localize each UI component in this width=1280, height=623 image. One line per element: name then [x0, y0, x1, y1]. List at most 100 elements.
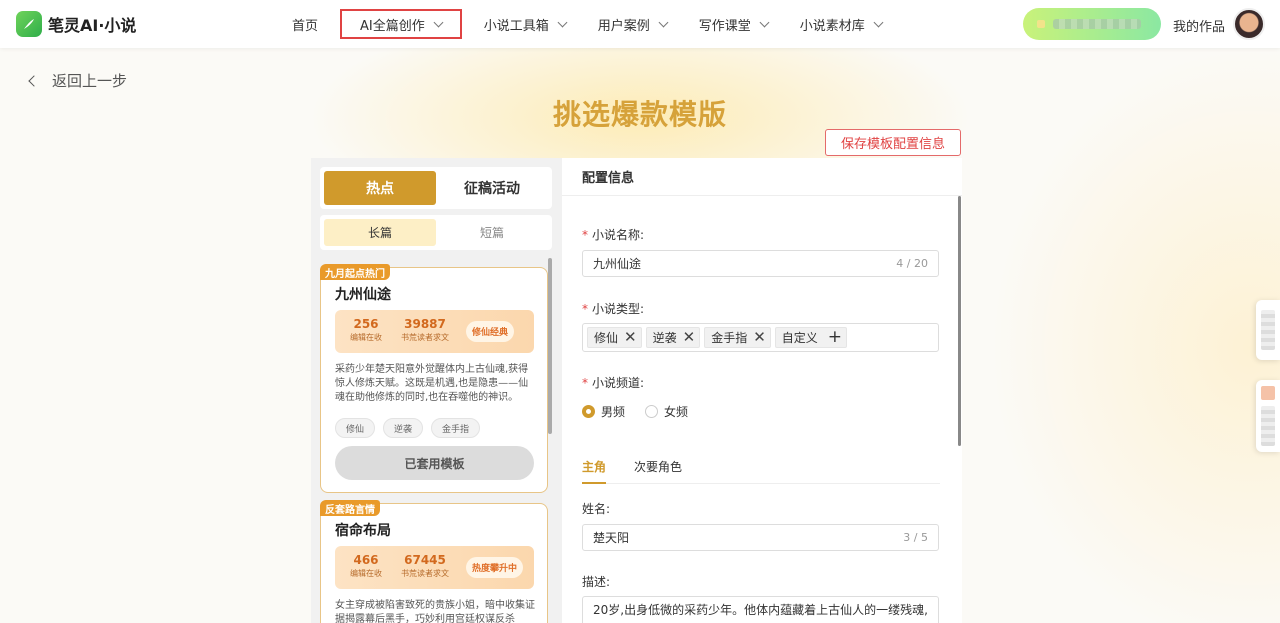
stats-box: 256 编辑在收 39887 书荒读者求文 修仙经典 — [335, 310, 534, 353]
config-heading: 配置信息 — [562, 158, 962, 196]
status-badge: 修仙经典 — [466, 321, 515, 342]
logo-icon — [16, 11, 42, 37]
role-desc-textarea[interactable]: 20岁,出身低微的采药少年。他体内蕴藏着上古仙人的一缕残魂, — [582, 596, 939, 623]
floating-widget[interactable] — [1256, 380, 1280, 452]
chevron-down-icon — [759, 17, 770, 27]
input-value: 楚天阳 — [593, 531, 630, 545]
my-works-link[interactable]: 我的作品 — [1173, 16, 1225, 35]
page-title: 挑选爆款模版 — [552, 98, 727, 131]
tab-long[interactable]: 长篇 — [324, 219, 436, 246]
stat-label: 编辑在收 — [350, 333, 382, 342]
card-tag: 反套路言情 — [320, 500, 380, 516]
close-icon[interactable]: ✕ — [624, 330, 637, 345]
tab-short[interactable]: 短篇 — [436, 219, 548, 246]
chevron-down-icon — [557, 17, 568, 27]
category-tabs: 热点 征稿活动 — [320, 167, 552, 209]
plus-icon[interactable]: + — [828, 329, 842, 346]
radio-checked-icon — [582, 405, 595, 418]
back-button[interactable]: 返回上一步 — [28, 70, 128, 91]
label-text: 小说类型: — [592, 302, 645, 316]
stat-number: 256 — [353, 317, 379, 331]
status-badge: 热度攀升中 — [466, 557, 524, 578]
input-value: 九州仙途 — [593, 257, 642, 271]
tab-submission-events[interactable]: 征稿活动 — [436, 171, 548, 205]
template-card[interactable]: 九月起点热门 九州仙途 256 编辑在收 39887 书荒读者求文 修仙经典 采… — [320, 264, 548, 493]
tab-secondary-roles[interactable]: 次要角色 — [634, 458, 682, 484]
stat-readers: 67445 书荒读者求文 — [401, 553, 449, 579]
required-marker: * — [582, 376, 588, 390]
config-scrollbar[interactable] — [958, 196, 961, 446]
account-info-blurred — [1053, 19, 1141, 29]
nav-label: 首页 — [292, 18, 319, 34]
novel-type-tags[interactable]: 修仙 ✕ 逆袭 ✕ 金手指 ✕ 自定义 + — [582, 323, 939, 352]
account-pill-dot — [1037, 20, 1045, 28]
nav-label: 小说工具箱 — [483, 18, 549, 34]
card-title: 九州仙途 — [335, 287, 391, 303]
tag-label: 逆袭 — [652, 331, 677, 345]
type-tag: 修仙 ✕ — [587, 327, 642, 348]
nav-writing-class[interactable]: 写作课堂 — [689, 9, 778, 39]
chevron-left-icon — [28, 74, 40, 87]
widget-icon — [1261, 386, 1275, 400]
radio-female[interactable]: 女频 — [645, 403, 688, 420]
account-pill[interactable] — [1023, 8, 1161, 40]
genre-chip: 修仙 — [335, 418, 376, 438]
nav-label: 写作课堂 — [698, 18, 751, 34]
role-name-input[interactable]: 楚天阳 3 / 5 — [582, 524, 939, 551]
nav-novel-materials[interactable]: 小说素材库 — [790, 9, 892, 39]
tab-hot[interactable]: 热点 — [324, 171, 436, 205]
chevron-down-icon — [873, 17, 884, 27]
avatar[interactable] — [1233, 8, 1265, 40]
tab-protagonist[interactable]: 主角 — [582, 458, 607, 484]
radio-label: 男频 — [601, 405, 626, 419]
stats-box: 466 编辑在收 67445 书荒读者求文 热度攀升中 — [335, 546, 534, 589]
radio-label: 女频 — [664, 405, 689, 419]
template-card[interactable]: 反套路言情 宿命布局 466 编辑在收 67445 书荒读者求文 热度攀升中 女… — [320, 500, 548, 623]
close-icon[interactable]: ✕ — [753, 330, 766, 345]
role-tabs: 主角 次要角色 — [582, 458, 940, 484]
nav-ai-full-creation[interactable]: AI全篇创作 — [340, 9, 462, 39]
stat-number: 466 — [353, 553, 379, 567]
custom-type-tag[interactable]: 自定义 + — [774, 327, 848, 348]
novel-name-label: * 小说名称: — [582, 226, 644, 243]
nav-home[interactable]: 首页 — [282, 9, 328, 39]
card-description: 女主穿成被陷害致死的贵族小姐，暗中收集证据揭露幕后黑手，巧妙利用宫廷权谋反杀 — [335, 600, 535, 623]
nav-novel-toolbox[interactable]: 小说工具箱 — [474, 9, 576, 39]
novel-channel-label: * 小说频道: — [582, 374, 644, 391]
nav-user-cases[interactable]: 用户案例 — [588, 9, 677, 39]
top-navbar: 笔灵AI·小说 首页 AI全篇创作 小说工具箱 用户案例 写作课堂 小说素材库 … — [0, 0, 1280, 48]
stat-readers: 39887 书荒读者求文 — [401, 317, 449, 343]
type-tag: 逆袭 ✕ — [645, 327, 701, 348]
required-marker: * — [582, 228, 588, 242]
floating-widget[interactable] — [1256, 300, 1280, 360]
card-title: 宿命布局 — [335, 523, 391, 539]
close-icon[interactable]: ✕ — [683, 330, 696, 345]
role-desc-label: 描述: — [582, 575, 611, 589]
save-template-config-button[interactable]: 保存模板配置信息 — [825, 129, 961, 156]
required-marker: * — [582, 302, 588, 316]
stat-number: 39887 — [404, 317, 446, 331]
config-panel: 配置信息 * 小说名称: 九州仙途 4 / 20 * 小说类型: 修仙 ✕ 逆袭 ✕ 金… — [562, 158, 962, 623]
widget-content-blurred — [1261, 310, 1275, 350]
radio-male[interactable]: 男频 — [582, 403, 625, 420]
card-description: 采药少年楚天阳意外觉醒体内上古仙魂,获得惊人修炼天赋。这既是机遇,也是隐患——仙… — [335, 364, 529, 403]
nav-label: 用户案例 — [597, 18, 650, 34]
length-tabs: 长篇 短篇 — [320, 215, 552, 250]
chevron-down-icon — [658, 17, 669, 27]
applied-template-button[interactable]: 已套用模板 — [335, 446, 534, 480]
novel-name-input[interactable]: 九州仙途 4 / 20 — [582, 250, 939, 277]
nav-label: 小说素材库 — [799, 18, 865, 34]
list-scrollbar[interactable] — [548, 258, 552, 434]
role-name-label: 姓名: — [582, 502, 611, 516]
main-nav: 首页 AI全篇创作 小说工具箱 用户案例 写作课堂 小说素材库 — [282, 0, 904, 48]
stat-label: 书荒读者求文 — [401, 333, 449, 342]
back-label: 返回上一步 — [52, 72, 128, 90]
tag-label: 自定义 — [781, 331, 818, 345]
type-tag: 金手指 ✕ — [704, 327, 771, 348]
genre-chip: 逆袭 — [383, 418, 424, 438]
tag-label: 修仙 — [594, 331, 619, 345]
tag-label: 金手指 — [711, 331, 748, 345]
stat-editors: 256 编辑在收 — [350, 317, 382, 343]
logo[interactable]: 笔灵AI·小说 — [16, 11, 136, 37]
char-counter: 4 / 20 — [896, 257, 928, 270]
